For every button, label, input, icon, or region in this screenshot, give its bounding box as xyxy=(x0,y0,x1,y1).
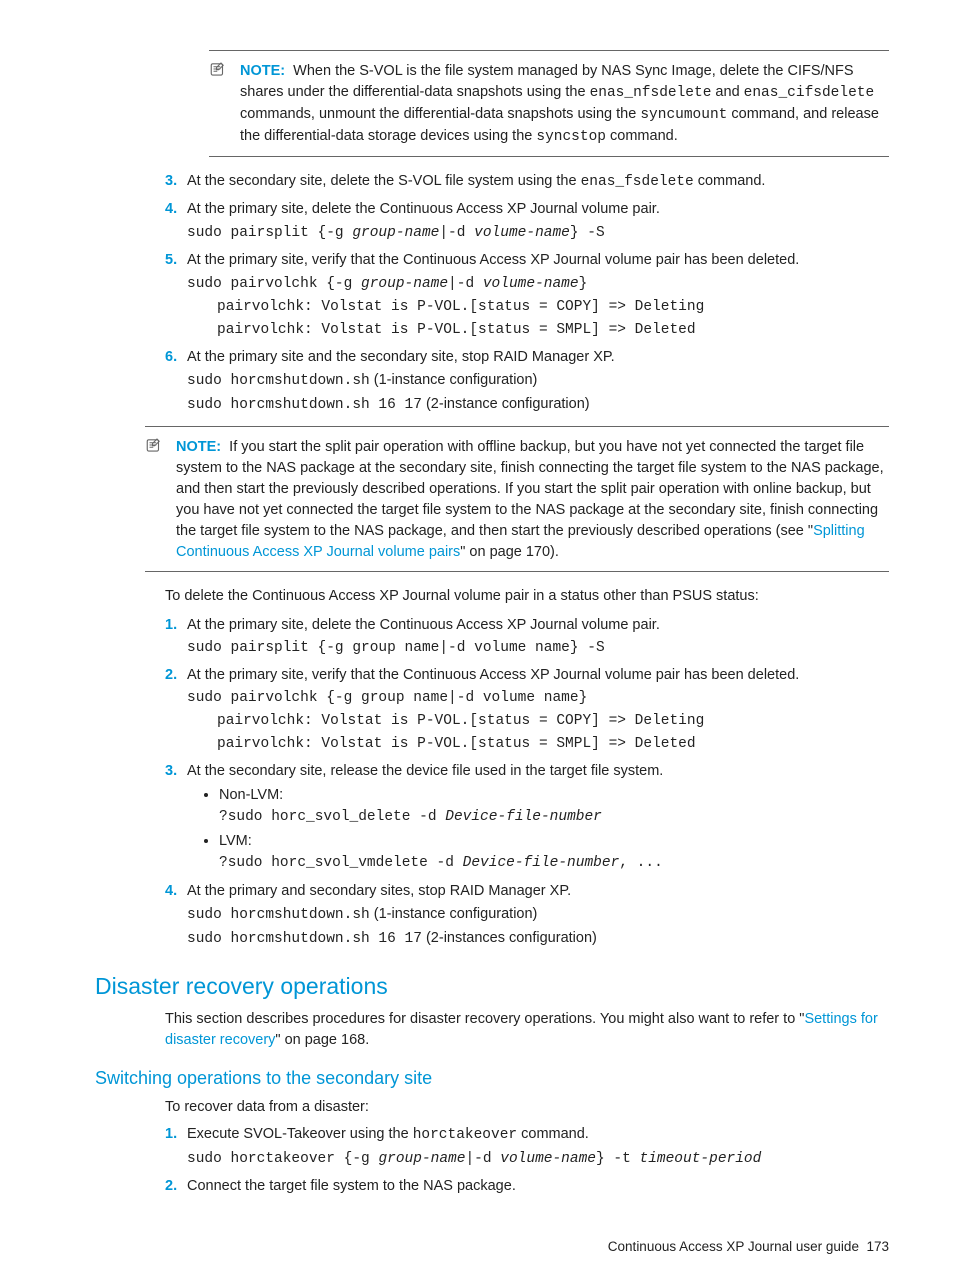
command-output: pairvolchk: Volstat is P-VOL.[status = C… xyxy=(217,711,889,732)
step-2: 2. Connect the target file system to the… xyxy=(165,1176,889,1197)
variable: volume-name xyxy=(474,225,570,241)
command-line: sudo pairvolchk {-g group name|-d volume… xyxy=(187,688,889,709)
step-4: 4. At the primary and secondary sites, s… xyxy=(165,881,889,950)
step-text: Execute SVOL-Takeover using the xyxy=(187,1126,413,1142)
heading-switching-operations: Switching operations to the secondary si… xyxy=(95,1065,889,1091)
command: enas_cifsdelete xyxy=(744,85,875,101)
step-number: 6. xyxy=(165,347,177,368)
note-block: NOTE: When the S-VOL is the file system … xyxy=(209,50,889,157)
command-line: sudo horcmshutdown.sh 16 17 (2-instance … xyxy=(187,394,889,416)
step-number: 3. xyxy=(165,761,177,782)
command-line: sudo pairvolchk {-g group-name|-d volume… xyxy=(187,273,889,295)
bullet-label: LVM: xyxy=(219,833,252,849)
variable: volume-name xyxy=(483,276,579,292)
heading-disaster-recovery: Disaster recovery operations xyxy=(95,970,889,1003)
command-line: sudo horcmshutdown.sh (1-instance config… xyxy=(187,904,889,926)
step-text: At the secondary site, delete the S-VOL … xyxy=(187,173,581,189)
step-text: At the primary site and the secondary si… xyxy=(187,349,615,365)
step-number: 4. xyxy=(165,199,177,220)
intro-text: To delete the Continuous Access XP Journ… xyxy=(165,586,889,607)
step-text: At the primary site, delete the Continuo… xyxy=(187,201,660,217)
step-number: 5. xyxy=(165,250,177,271)
command: enas_fsdelete xyxy=(581,174,694,190)
bullet-list: Non-LVM: ?sudo horc_svol_delete -d Devic… xyxy=(187,785,889,874)
note-block: NOTE: If you start the split pair operat… xyxy=(145,426,889,572)
variable: group-name xyxy=(352,225,439,241)
step-1: 1. Execute SVOL-Takeover using the horct… xyxy=(165,1124,889,1170)
step-text: At the primary site, delete the Continuo… xyxy=(187,617,660,633)
variable: Device-file-number xyxy=(445,809,602,825)
procedure-list-c: 1. Execute SVOL-Takeover using the horct… xyxy=(165,1124,889,1197)
step-number: 4. xyxy=(165,881,177,902)
step-text: Connect the target file system to the NA… xyxy=(187,1178,516,1194)
command: horctakeover xyxy=(413,1127,517,1143)
command: syncumount xyxy=(640,107,727,123)
procedure-list-a: 3. At the secondary site, delete the S-V… xyxy=(165,171,889,416)
bullet-item: Non-LVM: ?sudo horc_svol_delete -d Devic… xyxy=(219,785,889,828)
command-line: ?sudo horc_svol_delete -d Device-file-nu… xyxy=(219,806,889,828)
command-line: ?sudo horc_svol_vmdelete -d Device-file-… xyxy=(219,852,889,874)
bullet-item: LVM: ?sudo horc_svol_vmdelete -d Device-… xyxy=(219,831,889,874)
note-body: NOTE: When the S-VOL is the file system … xyxy=(240,61,889,148)
variable: Device-file-number xyxy=(463,855,620,871)
step-3: 3. At the secondary site, release the de… xyxy=(165,761,889,874)
step-4: 4. At the primary site, delete the Conti… xyxy=(165,199,889,244)
variable: group-name xyxy=(361,276,448,292)
step-6: 6. At the primary site and the secondary… xyxy=(165,347,889,416)
step-text: At the primary and secondary sites, stop… xyxy=(187,883,571,899)
step-text: At the primary site, verify that the Con… xyxy=(187,667,799,683)
command-line: sudo pairsplit {-g group-name|-d volume-… xyxy=(187,222,889,244)
note-text: If you start the split pair operation wi… xyxy=(176,439,884,539)
note-label: NOTE: xyxy=(176,439,221,455)
note-icon xyxy=(209,61,234,148)
step-1: 1. At the primary site, delete the Conti… xyxy=(165,615,889,659)
step-number: 1. xyxy=(165,615,177,636)
note-label: NOTE: xyxy=(240,63,285,79)
note-body: NOTE: If you start the split pair operat… xyxy=(176,437,889,563)
step-3: 3. At the secondary site, delete the S-V… xyxy=(165,171,889,193)
command-output: pairvolchk: Volstat is P-VOL.[status = S… xyxy=(217,734,889,755)
note-icon xyxy=(145,437,170,563)
section-intro: To recover data from a disaster: xyxy=(165,1097,889,1118)
section-intro: This section describes procedures for di… xyxy=(165,1009,889,1051)
step-number: 3. xyxy=(165,171,177,192)
command-output: pairvolchk: Volstat is P-VOL.[status = S… xyxy=(217,320,889,341)
page-number: 173 xyxy=(866,1239,889,1254)
footer-title: Continuous Access XP Journal user guide xyxy=(608,1239,859,1254)
bullet-label: Non-LVM: xyxy=(219,787,283,803)
step-number: 1. xyxy=(165,1124,177,1145)
variable: group-name xyxy=(378,1151,465,1167)
command: enas_nfsdelete xyxy=(590,85,712,101)
step-text: At the primary site, verify that the Con… xyxy=(187,252,799,268)
variable: volume-name xyxy=(500,1151,596,1167)
command-line: sudo pairsplit {-g group name|-d volume … xyxy=(187,638,889,659)
step-text: At the secondary site, release the devic… xyxy=(187,763,663,779)
command-output: pairvolchk: Volstat is P-VOL.[status = C… xyxy=(217,297,889,318)
step-5: 5. At the primary site, verify that the … xyxy=(165,250,889,341)
step-number: 2. xyxy=(165,665,177,686)
variable: timeout-period xyxy=(640,1151,762,1167)
step-2: 2. At the primary site, verify that the … xyxy=(165,665,889,755)
page-footer: Continuous Access XP Journal user guide … xyxy=(95,1237,889,1257)
command-line: sudo horcmshutdown.sh 16 17 (2-instances… xyxy=(187,928,889,950)
step-number: 2. xyxy=(165,1176,177,1197)
command: syncstop xyxy=(536,129,606,145)
procedure-list-b: 1. At the primary site, delete the Conti… xyxy=(165,615,889,949)
command-line: sudo horctakeover {-g group-name|-d volu… xyxy=(187,1148,889,1170)
command-line: sudo horcmshutdown.sh (1-instance config… xyxy=(187,370,889,392)
